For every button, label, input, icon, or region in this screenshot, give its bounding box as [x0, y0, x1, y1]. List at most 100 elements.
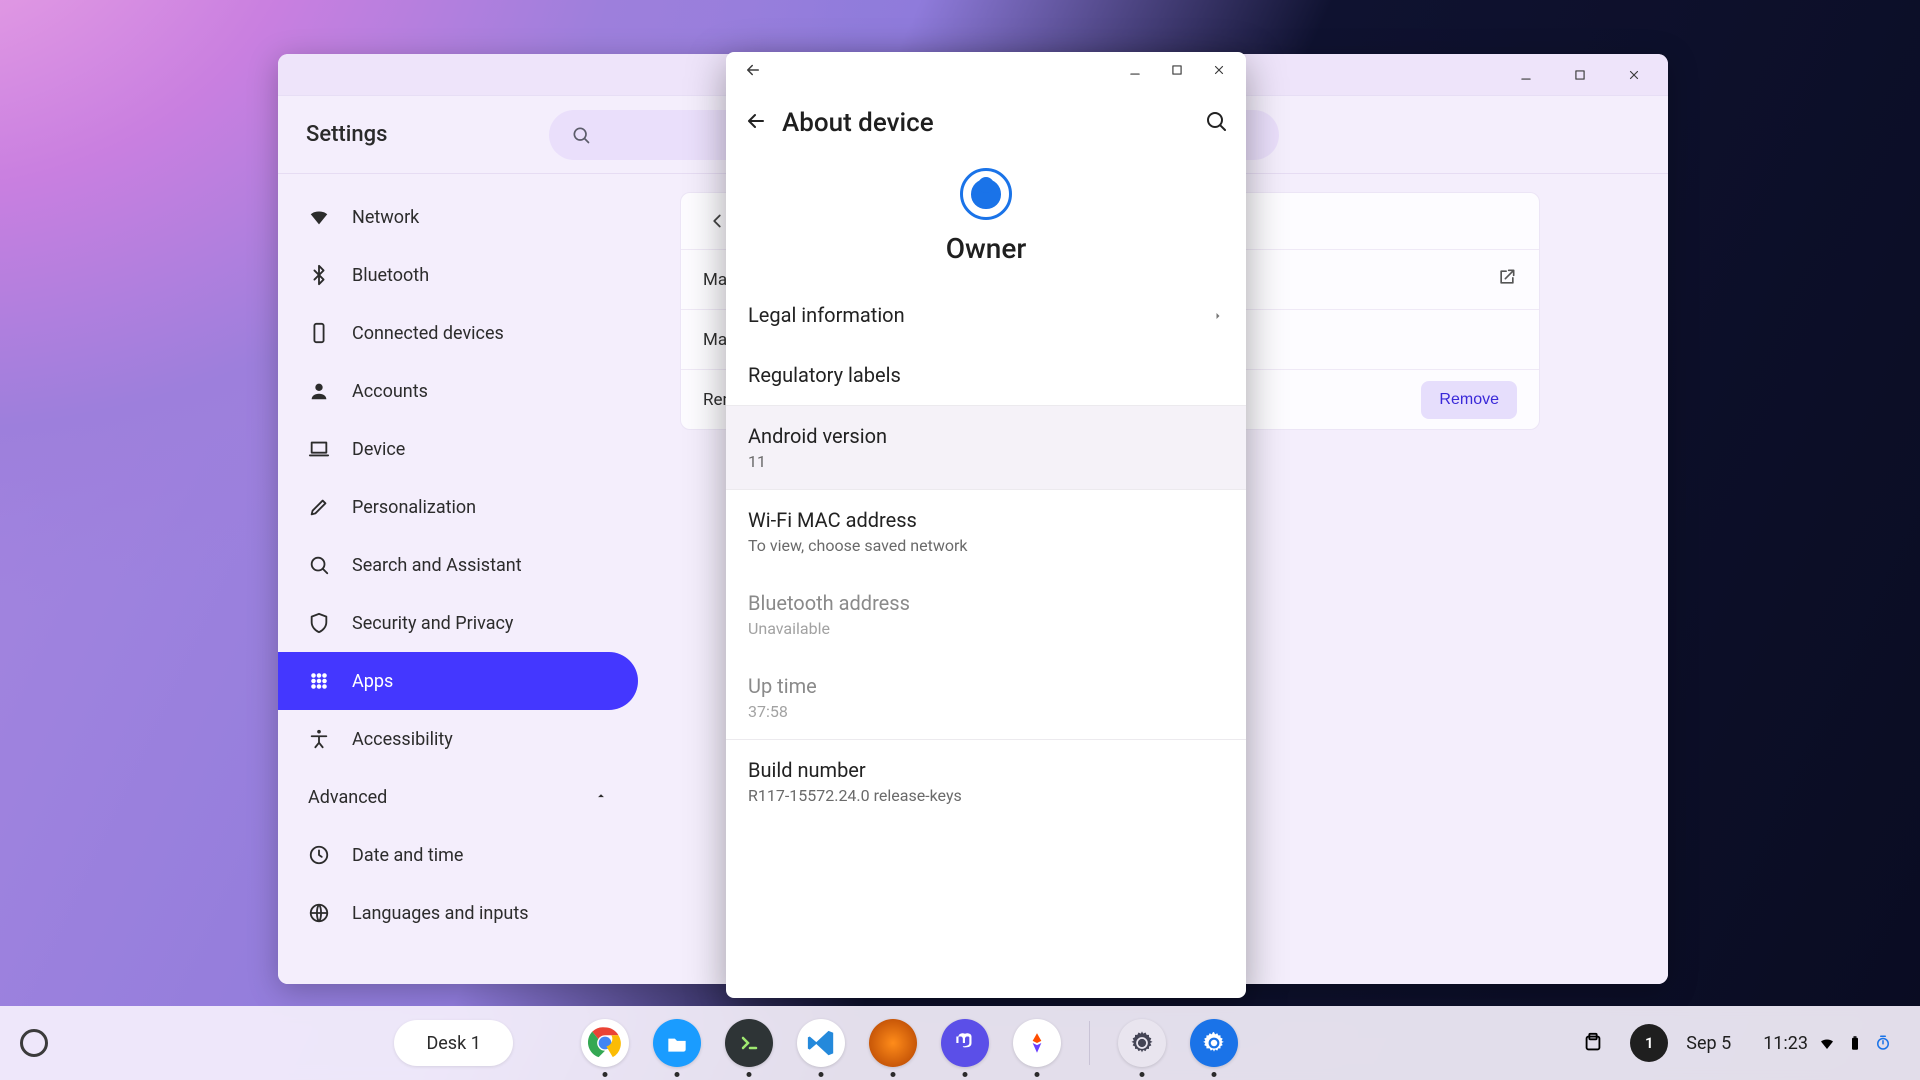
battery-icon	[1846, 1034, 1864, 1052]
sidebar-item-label: Personalization	[352, 497, 476, 518]
sidebar-item-apps[interactable]: Apps	[278, 652, 638, 710]
apps-grid-icon	[308, 670, 330, 692]
running-indicator	[818, 1072, 823, 1077]
sidebar-item-network[interactable]: Network	[278, 188, 638, 246]
chevron-right-icon	[1212, 303, 1224, 327]
timer-icon	[1874, 1034, 1892, 1052]
running-indicator	[746, 1072, 751, 1077]
app-files[interactable]	[653, 1019, 701, 1067]
shelf: Desk 1	[0, 1006, 1920, 1080]
settings-title: Settings	[306, 122, 387, 147]
laptop-icon	[308, 438, 330, 460]
sidebar-item-personalization[interactable]: Personalization	[278, 478, 638, 536]
app-generic-s[interactable]	[1013, 1019, 1061, 1067]
sidebar-item-languages[interactable]: Languages and inputs	[278, 884, 638, 942]
about-maximize-button[interactable]	[1160, 56, 1194, 84]
sidebar-item-accounts[interactable]: Accounts	[278, 362, 638, 420]
shelf-divider	[1089, 1021, 1090, 1065]
running-indicator	[1211, 1072, 1216, 1077]
person-icon	[308, 380, 330, 402]
globe-icon	[308, 902, 330, 924]
running-indicator	[674, 1072, 679, 1077]
sidebar-item-label: Date and time	[352, 845, 463, 866]
maximize-button[interactable]	[1560, 61, 1600, 89]
about-nav-back-button[interactable]	[736, 56, 770, 84]
about-titlebar	[726, 52, 1246, 88]
tote-tray-button[interactable]	[1574, 1024, 1612, 1062]
owner-avatar-icon	[960, 168, 1012, 220]
about-close-button[interactable]	[1202, 56, 1236, 84]
about-row-legal[interactable]: Legal information	[726, 285, 1246, 345]
about-row-value: 11	[748, 452, 1224, 471]
remove-button[interactable]: Remove	[1421, 381, 1517, 419]
app-mastodon[interactable]	[941, 1019, 989, 1067]
app-android-settings[interactable]	[1118, 1019, 1166, 1067]
sidebar-item-label: Security and Privacy	[352, 613, 513, 634]
about-back-button[interactable]	[744, 109, 768, 137]
running-indicator	[1139, 1072, 1144, 1077]
sidebar-item-label: Languages and inputs	[352, 903, 529, 924]
sidebar-item-search[interactable]: Search and Assistant	[278, 536, 638, 594]
about-row-value: 37:58	[748, 702, 1224, 721]
wifi-icon	[308, 206, 330, 228]
accessibility-icon	[308, 728, 330, 750]
running-indicator	[890, 1072, 895, 1077]
close-button[interactable]	[1614, 61, 1654, 89]
sidebar-advanced-toggle[interactable]: Advanced	[278, 768, 656, 826]
about-row-label: Regulatory labels	[748, 363, 901, 387]
app-chrome[interactable]	[581, 1019, 629, 1067]
about-row-regulatory[interactable]: Regulatory labels	[726, 345, 1246, 405]
sidebar-item-datetime[interactable]: Date and time	[278, 826, 638, 884]
owner-block: Owner	[726, 158, 1246, 285]
sidebar-item-label: Accounts	[352, 381, 428, 402]
about-row-uptime: Up time 37:58	[726, 656, 1246, 739]
open-external-icon	[1497, 267, 1517, 292]
minimize-button[interactable]	[1506, 61, 1546, 89]
status-area[interactable]: 11:23	[1749, 1027, 1906, 1060]
sidebar-item-label: Network	[352, 207, 419, 228]
sidebar-item-accessibility[interactable]: Accessibility	[278, 710, 638, 768]
about-row-value: To view, choose saved network	[748, 536, 1224, 555]
about-device-window: About device Owner Legal information Reg…	[726, 52, 1246, 998]
running-indicator	[602, 1072, 607, 1077]
owner-name: Owner	[946, 232, 1027, 265]
about-row-label: Legal information	[748, 303, 905, 327]
about-row-bluetooth-address: Bluetooth address Unavailable	[726, 573, 1246, 656]
tray-date[interactable]: Sep 5	[1686, 1033, 1731, 1054]
app-generic-orange[interactable]	[869, 1019, 917, 1067]
about-row-value: R117-15572.24.0 release-keys	[748, 786, 1224, 805]
sidebar-item-connected[interactable]: Connected devices	[278, 304, 638, 362]
sidebar-item-device[interactable]: Device	[278, 420, 638, 478]
notification-count[interactable]: 1	[1630, 1024, 1668, 1062]
shelf-apps	[581, 1019, 1238, 1067]
sidebar-item-label: Connected devices	[352, 323, 504, 344]
about-row-label: Build number	[748, 758, 866, 782]
about-row-android-version[interactable]: Android version 11	[726, 406, 1246, 489]
bluetooth-icon	[308, 264, 330, 286]
brush-icon	[308, 496, 330, 518]
desk-selector[interactable]: Desk 1	[394, 1020, 512, 1066]
desk-label: Desk 1	[426, 1033, 480, 1054]
sidebar-item-label: Accessibility	[352, 729, 453, 750]
sidebar-item-security[interactable]: Security and Privacy	[278, 594, 638, 652]
running-indicator	[962, 1072, 967, 1077]
about-search-button[interactable]	[1204, 109, 1228, 137]
sidebar-advanced-label: Advanced	[308, 787, 387, 808]
about-row-label: Up time	[748, 674, 817, 698]
sidebar-item-bluetooth[interactable]: Bluetooth	[278, 246, 638, 304]
sidebar-item-label: Bluetooth	[352, 265, 429, 286]
phone-icon	[308, 322, 330, 344]
about-minimize-button[interactable]	[1118, 56, 1152, 84]
launcher-button[interactable]	[20, 1029, 48, 1057]
clock-icon	[308, 844, 330, 866]
app-chromeos-settings[interactable]	[1190, 1019, 1238, 1067]
app-terminal[interactable]	[725, 1019, 773, 1067]
about-row-build-number[interactable]: Build number R117-15572.24.0 release-key…	[726, 740, 1246, 823]
about-row-value: Unavailable	[748, 619, 1224, 638]
caret-up-icon	[594, 787, 608, 808]
wifi-icon	[1818, 1034, 1836, 1052]
about-row-wifi-mac: Wi-Fi MAC address To view, choose saved …	[726, 490, 1246, 573]
sidebar-item-label: Search and Assistant	[352, 555, 522, 576]
app-vscode[interactable]	[797, 1019, 845, 1067]
sidebar-item-label: Device	[352, 439, 405, 460]
